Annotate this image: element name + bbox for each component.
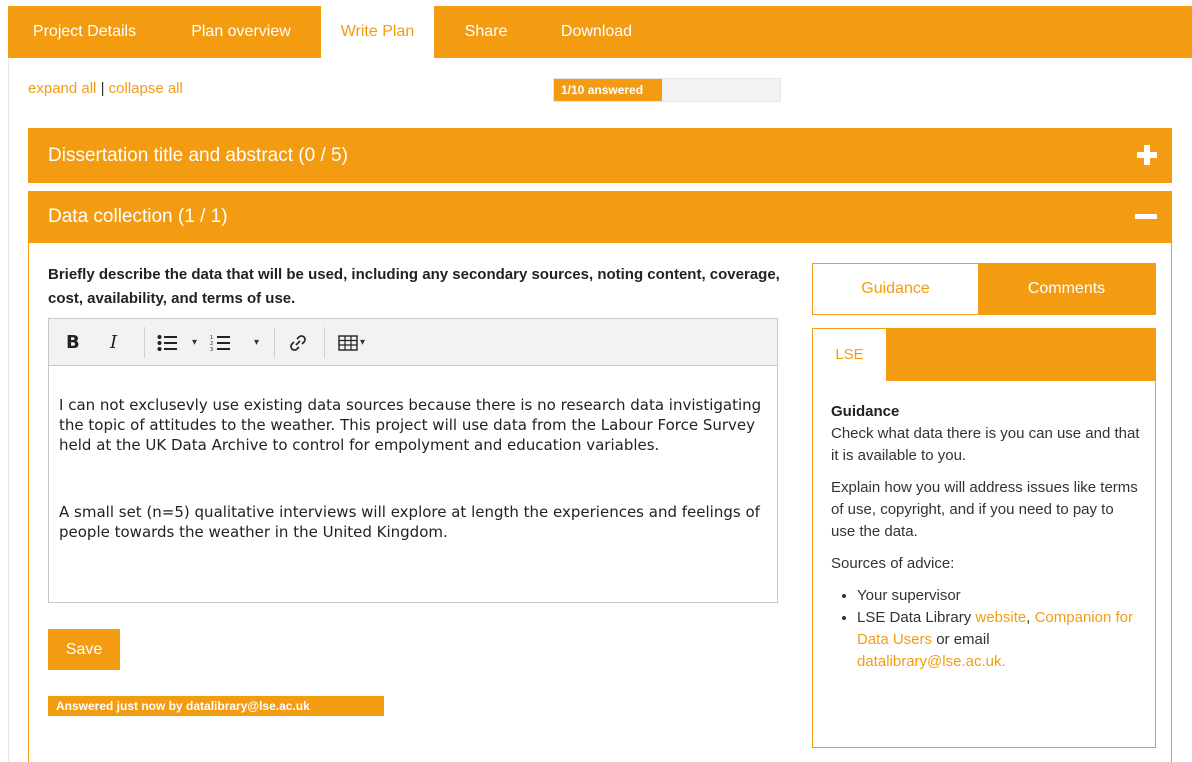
list-item-text: Your supervisor xyxy=(857,587,961,604)
list-item-text: , xyxy=(1026,609,1031,626)
table-icon[interactable] xyxy=(338,319,358,366)
minus-icon xyxy=(1135,214,1157,219)
list-item-text: LSE Data Library xyxy=(857,609,976,626)
numbered-list-icon[interactable]: 1 2 3 xyxy=(210,319,230,366)
expand-all-link[interactable]: expand all xyxy=(28,80,96,97)
editor-text-area[interactable]: I can not exclusevly use existing data s… xyxy=(49,367,777,602)
guidance-title: Guidance xyxy=(831,403,900,420)
toolbar-separator xyxy=(144,327,145,358)
tab-comments[interactable]: Comments xyxy=(978,264,1155,314)
link-icon[interactable] xyxy=(288,319,308,366)
tab-project-details[interactable]: Project Details xyxy=(8,6,161,58)
tab-write-plan[interactable]: Write Plan xyxy=(321,6,434,58)
toolbar-separator xyxy=(324,327,325,358)
svg-text:3: 3 xyxy=(210,347,213,352)
answer-paragraph: A small set (n=5) qualitative interviews… xyxy=(59,503,760,541)
collapse-all-link[interactable]: collapse all xyxy=(109,80,183,97)
tab-lse[interactable]: LSE xyxy=(813,329,886,381)
save-button[interactable]: Save xyxy=(48,629,120,670)
guidance-text: Explain how you will address issues like… xyxy=(831,479,1138,540)
guidance-text: Sources of advice: xyxy=(831,555,955,572)
expand-collapse-links: expand all | collapse all xyxy=(28,80,183,97)
progress-label: 1/10 answered xyxy=(561,83,644,97)
tab-plan-overview[interactable]: Plan overview xyxy=(161,6,321,58)
toolbar-separator xyxy=(274,327,275,358)
list-item-text: or email xyxy=(932,631,990,648)
advice-list: Your supervisor LSE Data Library website… xyxy=(857,585,1141,673)
answered-progress-bar: 1/10 answered xyxy=(553,78,781,102)
editor-toolbar: B I ▾ 1 2 3 ▾ ▾ xyxy=(49,319,777,366)
guidance-content: Guidance Check what data there is you ca… xyxy=(831,401,1141,673)
link-separator: | xyxy=(100,80,105,97)
plan-tabs: Project Details Plan overview Write Plan… xyxy=(8,6,1192,58)
bullet-list-icon[interactable] xyxy=(157,319,177,366)
answer-paragraph: I can not exclusevly use existing data s… xyxy=(59,396,762,454)
guidance-panel: LSE Guidance Check what data there is yo… xyxy=(812,328,1156,748)
guidance-comments-tabs: Guidance Comments xyxy=(812,263,1156,315)
email-link[interactable]: datalibrary@lse.ac.uk. xyxy=(857,653,1006,670)
answer-editor: B I ▾ 1 2 3 ▾ ▾ I can not exclusevly use… xyxy=(48,318,778,603)
tab-share[interactable]: Share xyxy=(434,6,538,58)
list-item: Your supervisor xyxy=(857,585,1141,607)
section-title: Dissertation title and abstract (0 / 5) xyxy=(48,145,348,166)
section-title: Data collection (1 / 1) xyxy=(48,206,228,227)
chevron-down-icon[interactable]: ▾ xyxy=(360,319,365,366)
tab-guidance[interactable]: Guidance xyxy=(813,264,978,314)
list-item: LSE Data Library website, Companion for … xyxy=(857,607,1141,673)
section-header-dissertation[interactable]: Dissertation title and abstract (0 / 5) xyxy=(28,128,1172,183)
guidance-text: Check what data there is you can use and… xyxy=(831,425,1140,464)
italic-button[interactable]: I xyxy=(110,319,117,366)
answered-status-badge: Answered just now by datalibrary@lse.ac.… xyxy=(48,696,384,716)
guidance-org-tabs: LSE xyxy=(813,329,1155,381)
left-rule xyxy=(8,58,9,762)
question-text: Briefly describe the data that will be u… xyxy=(48,266,780,307)
plus-icon xyxy=(1137,145,1157,165)
tab-download[interactable]: Download xyxy=(538,6,655,58)
bold-button[interactable]: B xyxy=(66,319,80,366)
website-link[interactable]: website xyxy=(975,609,1026,626)
section-header-data-collection[interactable]: Data collection (1 / 1) xyxy=(28,191,1172,243)
chevron-down-icon[interactable]: ▾ xyxy=(254,319,259,366)
chevron-down-icon[interactable]: ▾ xyxy=(192,319,197,366)
